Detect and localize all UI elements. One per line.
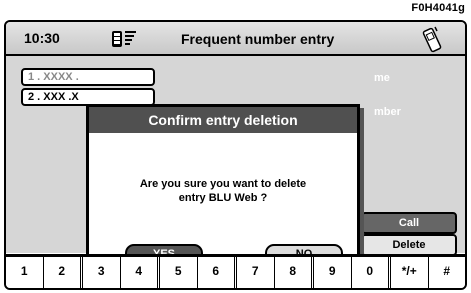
figure-code: F0H4041g [411,2,465,14]
key-4[interactable]: 4 [121,257,160,288]
dialog-message-line: entry BLU Web ? [178,192,268,204]
key-3[interactable]: 3 [83,257,121,288]
clock-time: 10:30 [24,30,60,46]
key-star-plus[interactable]: */+ [391,257,429,288]
key-0[interactable]: 0 [352,257,391,288]
delete-button[interactable]: Delete [361,234,457,256]
dialog-title: Confirm entry deletion [89,107,357,133]
side-label: mber [374,106,401,118]
keypad: 1 2 3 4 5 6 7 8 9 0 */+ # [6,254,465,288]
key-hash[interactable]: # [429,257,466,288]
key-2[interactable]: 2 [44,257,83,288]
key-9[interactable]: 9 [314,257,352,288]
status-bar: 10:30 Frequent number entry [6,22,465,56]
key-6[interactable]: 6 [198,257,237,288]
key-5[interactable]: 5 [160,257,198,288]
dialog-message: Are you sure you want to delete entry BL… [89,177,357,205]
side-label: me [374,72,390,84]
key-8[interactable]: 8 [275,257,314,288]
display-screen: 10:30 Frequent number entry 1 . XXXX . 2… [4,20,467,290]
key-7[interactable]: 7 [237,257,275,288]
list-item[interactable]: 1 . XXXX . [21,68,155,86]
screen-title: Frequent number entry [181,31,335,47]
call-button[interactable]: Call [361,212,457,234]
main-area: 1 . XXXX . 2 . XXX .X me mber Call Delet… [6,56,465,282]
dialog-message-line: Are you sure you want to delete [139,178,307,190]
sim-card-signal-icon [112,31,136,47]
mobile-phone-icon [422,26,442,53]
key-1[interactable]: 1 [6,257,44,288]
